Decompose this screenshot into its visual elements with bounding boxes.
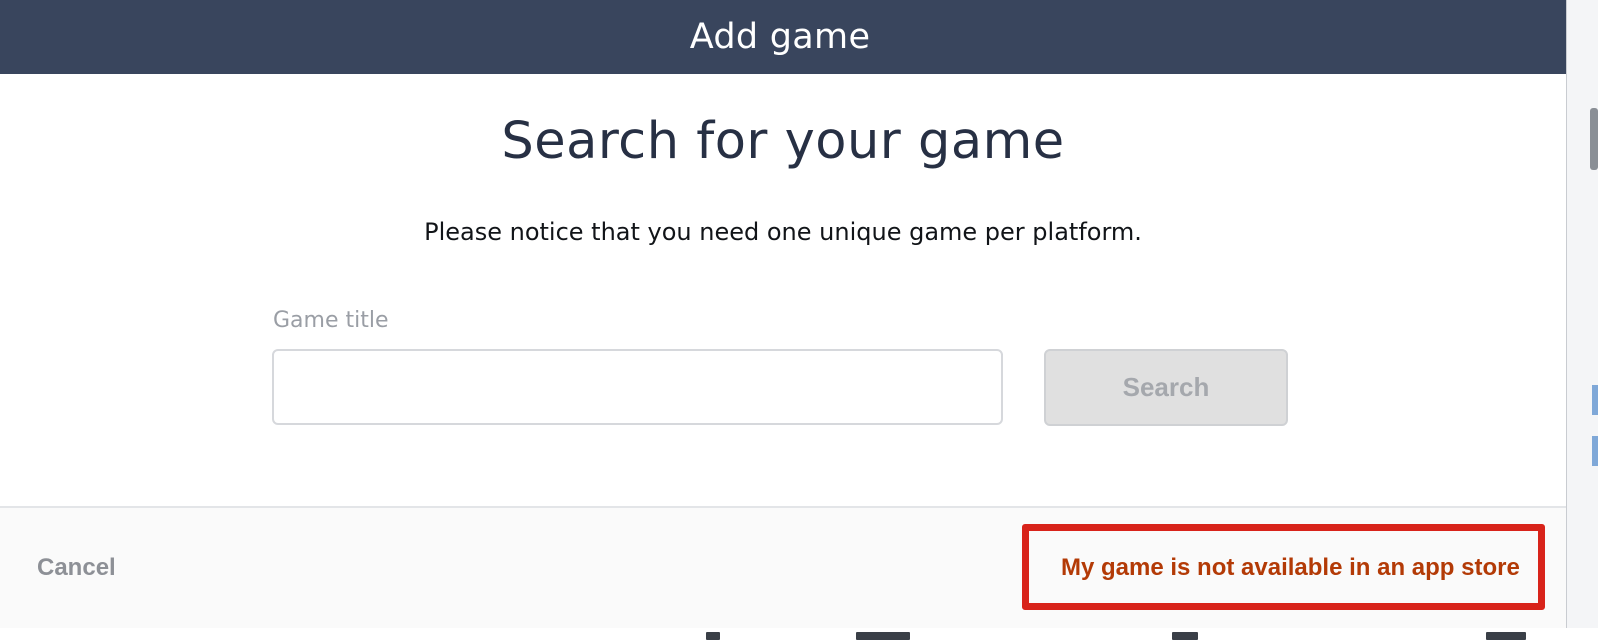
search-button[interactable]: Search	[1044, 349, 1288, 426]
platform-notice: Please notice that you need one unique g…	[424, 218, 1142, 246]
add-game-modal: Add game Search for your game Please not…	[0, 0, 1566, 628]
cancel-button[interactable]: Cancel	[37, 554, 116, 582]
background-page-strip	[0, 628, 1598, 640]
search-heading: Search for your game	[501, 112, 1065, 171]
background-scrollbar[interactable]	[1590, 108, 1598, 170]
background-text-fragment	[706, 632, 720, 640]
game-title-label: Game title	[273, 308, 389, 333]
background-text-fragment	[1172, 632, 1198, 640]
not-in-app-store-link[interactable]: My game is not available in an app store	[1061, 554, 1520, 582]
background-accent-bar	[1592, 436, 1598, 466]
background-accent-bar	[1592, 385, 1598, 415]
screen: Add game Search for your game Please not…	[0, 0, 1598, 640]
game-title-input[interactable]	[272, 349, 1003, 425]
modal-title: Add game	[689, 17, 871, 57]
background-text-fragment	[856, 632, 910, 640]
modal-footer: Cancel My game is not available in an ap…	[0, 506, 1566, 628]
background-text-fragment	[1486, 632, 1526, 640]
background-page	[1566, 0, 1598, 640]
modal-header: Add game	[0, 0, 1566, 74]
